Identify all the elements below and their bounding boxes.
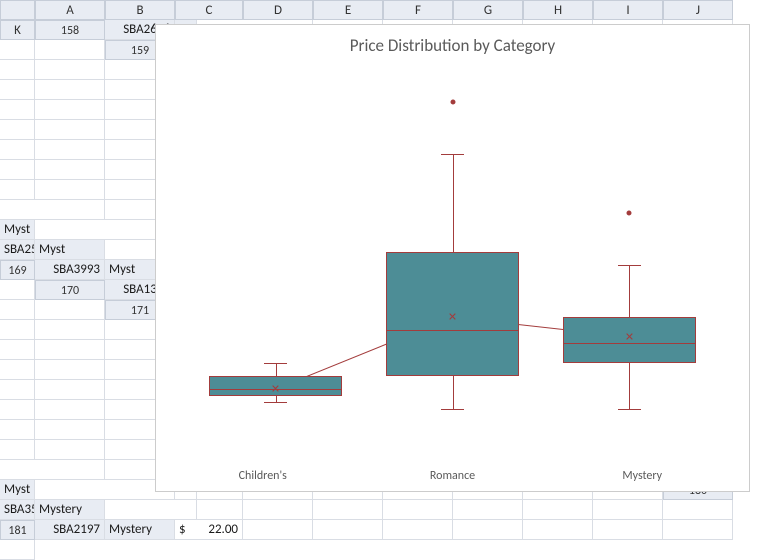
cell[interactable] <box>243 500 313 520</box>
column-header[interactable]: I <box>593 0 663 20</box>
cell[interactable]: Myst <box>35 240 105 260</box>
cell[interactable] <box>175 500 197 520</box>
cell[interactable] <box>0 300 35 320</box>
cell[interactable] <box>0 360 35 380</box>
cell[interactable] <box>0 540 35 560</box>
cell[interactable]: SBA3584 <box>0 500 35 520</box>
chart-price-distribution[interactable]: Price Distribution by Category ✕ ✕ ✕ Child… <box>155 24 750 492</box>
cell[interactable] <box>105 500 175 520</box>
cell[interactable] <box>0 80 35 100</box>
cell[interactable] <box>313 500 383 520</box>
cell[interactable]: $ <box>175 520 197 540</box>
mean-marker: ✕ <box>625 330 634 343</box>
cell[interactable] <box>0 320 35 340</box>
cell[interactable] <box>35 340 105 360</box>
row-header[interactable]: 181 <box>0 520 35 540</box>
outlier-point <box>450 99 455 104</box>
cell[interactable] <box>0 420 35 440</box>
column-header[interactable]: B <box>105 0 175 20</box>
cell[interactable] <box>35 420 105 440</box>
cell[interactable] <box>35 460 105 480</box>
cell[interactable] <box>0 280 35 300</box>
cell[interactable] <box>243 520 313 540</box>
cell[interactable] <box>0 100 35 120</box>
outlier-point <box>627 210 632 215</box>
mean-marker: ✕ <box>271 383 280 396</box>
cell[interactable] <box>663 520 733 540</box>
cell[interactable] <box>383 500 453 520</box>
cell[interactable] <box>35 380 105 400</box>
row-header[interactable]: 158 <box>35 20 105 40</box>
cell[interactable] <box>313 520 383 540</box>
column-header[interactable]: J <box>663 0 733 20</box>
cell[interactable] <box>0 60 35 80</box>
column-header[interactable]: C <box>175 0 243 20</box>
cell[interactable]: SBA2533 <box>0 240 35 260</box>
cell[interactable] <box>0 400 35 420</box>
row-header[interactable]: 170 <box>35 280 105 300</box>
cell[interactable] <box>0 160 35 180</box>
cell[interactable] <box>35 120 105 140</box>
cell[interactable] <box>35 60 105 80</box>
cell[interactable] <box>523 500 593 520</box>
cell[interactable] <box>0 340 35 360</box>
cell[interactable]: SBA3993 <box>35 260 105 280</box>
cell[interactable] <box>35 180 105 200</box>
cell[interactable]: Myst <box>0 480 35 500</box>
cell[interactable] <box>453 520 523 540</box>
category-label: Children's <box>239 469 287 483</box>
category-label: Mystery <box>622 469 662 483</box>
cell[interactable] <box>0 40 35 60</box>
cell[interactable] <box>35 400 105 420</box>
chart-title: Price Distribution by Category <box>156 25 749 64</box>
cell[interactable] <box>523 520 593 540</box>
cell[interactable] <box>593 520 663 540</box>
cell[interactable] <box>35 80 105 100</box>
cell[interactable] <box>35 220 105 240</box>
row-header[interactable]: 169 <box>0 260 35 280</box>
select-all-corner[interactable] <box>0 0 35 20</box>
cell[interactable] <box>593 500 663 520</box>
mean-marker: ✕ <box>448 311 457 324</box>
cell[interactable] <box>35 360 105 380</box>
cell[interactable] <box>35 440 105 460</box>
cell[interactable] <box>663 500 733 520</box>
cell[interactable] <box>35 40 105 60</box>
category-label: Romance <box>430 469 475 483</box>
cell[interactable] <box>35 480 105 500</box>
cell[interactable] <box>35 140 105 160</box>
cell[interactable] <box>0 120 35 140</box>
column-header[interactable]: A <box>35 0 105 20</box>
column-header[interactable]: K <box>0 20 35 40</box>
cell[interactable] <box>0 460 35 480</box>
cell[interactable] <box>35 320 105 340</box>
cell[interactable] <box>35 160 105 180</box>
column-header[interactable]: G <box>453 0 523 20</box>
column-header[interactable]: F <box>383 0 453 20</box>
cell[interactable] <box>0 180 35 200</box>
cell[interactable] <box>0 380 35 400</box>
cell[interactable] <box>0 440 35 460</box>
cell[interactable] <box>0 140 35 160</box>
cell[interactable] <box>453 500 523 520</box>
cell[interactable]: Myst <box>0 220 35 240</box>
cell[interactable] <box>35 200 105 220</box>
cell[interactable] <box>35 300 105 320</box>
cell[interactable] <box>0 200 35 220</box>
cell[interactable] <box>197 500 243 520</box>
cell[interactable]: Mystery <box>105 520 175 540</box>
column-header[interactable]: H <box>523 0 593 20</box>
cell[interactable] <box>35 100 105 120</box>
column-header[interactable]: D <box>243 0 313 20</box>
column-header[interactable]: E <box>313 0 383 20</box>
cell[interactable]: 22.00 <box>197 520 243 540</box>
cell[interactable] <box>383 520 453 540</box>
chart-plot-area: ✕ ✕ ✕ <box>176 69 729 461</box>
cell[interactable]: Mystery <box>35 500 105 520</box>
cell[interactable]: SBA2197 <box>35 520 105 540</box>
